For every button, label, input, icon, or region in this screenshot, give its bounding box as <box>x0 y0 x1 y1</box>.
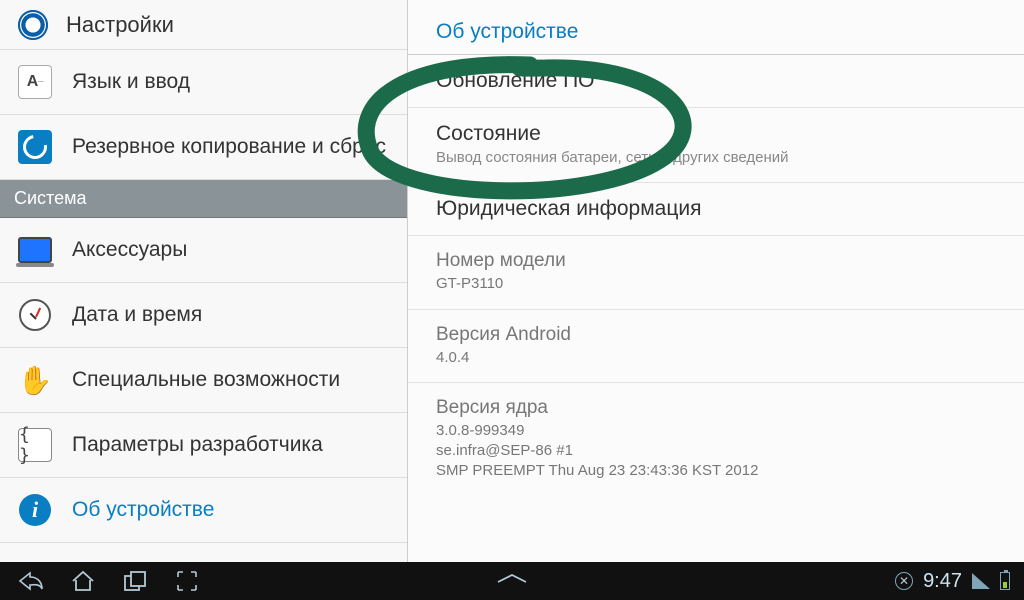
back-button[interactable] <box>18 568 44 594</box>
battery-icon <box>1000 572 1010 590</box>
gear-icon <box>18 10 48 40</box>
sync-disabled-icon: ✕ <box>895 572 913 590</box>
settings-sidebar: Настройки A_ Язык и ввод Резервное копир… <box>0 0 408 562</box>
row-android-version[interactable]: Версия Android 4.0.4 <box>408 310 1024 383</box>
screen: Настройки A_ Язык и ввод Резервное копир… <box>0 0 1024 600</box>
navbar-expand-button[interactable] <box>492 572 532 591</box>
sidebar-item-language-input[interactable]: A_ Язык и ввод <box>0 50 407 115</box>
sidebar-item-label: Параметры разработчика <box>72 433 323 457</box>
system-navbar: ✕ 9:47 <box>0 562 1024 600</box>
braces-icon: { } <box>18 428 52 462</box>
sidebar-item-date-time[interactable]: Дата и время <box>0 283 407 348</box>
info-icon: i <box>18 493 52 527</box>
row-software-update[interactable]: Обновление ПО <box>408 55 1024 108</box>
sidebar-item-label: Аксессуары <box>72 238 187 262</box>
row-value: GT-P3110 <box>436 274 996 294</box>
wifi-icon <box>972 573 990 589</box>
sidebar-section-system: Система <box>0 180 407 218</box>
sidebar-item-label: Резервное копирование и сброс <box>72 135 386 159</box>
detail-inner: Об устройстве Обновление ПО Состояние Вы… <box>408 0 1024 496</box>
row-title: Обновление ПО <box>436 69 996 93</box>
sidebar-item-backup-reset[interactable]: Резервное копирование и сброс <box>0 115 407 180</box>
sidebar-item-developer-options[interactable]: { } Параметры разработчика <box>0 413 407 478</box>
row-status[interactable]: Состояние Вывод состояния батареи, сети … <box>408 108 1024 183</box>
hand-icon: ✋ <box>18 363 52 397</box>
restore-icon <box>18 130 52 164</box>
row-title: Версия Android <box>436 324 996 346</box>
settings-header: Настройки <box>0 0 407 50</box>
row-title: Юридическая информация <box>436 197 996 221</box>
clock-icon <box>18 298 52 332</box>
screenshot-button[interactable] <box>174 568 200 594</box>
row-value: 4.0.4 <box>436 348 996 368</box>
row-value: 3.0.8-999349 se.infra@SEP-86 #1 SMP PREE… <box>436 421 996 482</box>
detail-header: Об устройстве <box>408 0 1024 55</box>
content-area: Настройки A_ Язык и ввод Резервное копир… <box>0 0 1024 562</box>
clock-text: 9:47 <box>923 570 962 593</box>
detail-header-label: Об устройстве <box>436 20 578 43</box>
row-title: Состояние <box>436 122 996 146</box>
row-kernel-version[interactable]: Версия ядра 3.0.8-999349 se.infra@SEP-86… <box>408 383 1024 496</box>
row-title: Версия ядра <box>436 397 996 419</box>
row-model-number[interactable]: Номер модели GT-P3110 <box>408 236 1024 309</box>
section-label: Система <box>14 188 87 209</box>
row-title: Номер модели <box>436 250 996 272</box>
sidebar-item-label: Об устройстве <box>72 498 214 522</box>
row-legal-info[interactable]: Юридическая информация <box>408 183 1024 236</box>
screen-icon <box>18 233 52 267</box>
settings-title: Настройки <box>66 12 174 38</box>
sidebar-item-accessibility[interactable]: ✋ Специальные возможности <box>0 348 407 413</box>
row-subtitle: Вывод состояния батареи, сети и других с… <box>436 148 996 168</box>
home-button[interactable] <box>70 568 96 594</box>
sidebar-item-label: Дата и время <box>72 303 202 327</box>
sidebar-item-label: Специальные возможности <box>72 368 340 392</box>
detail-pane: Об устройстве Обновление ПО Состояние Вы… <box>408 0 1024 562</box>
navbar-left <box>0 568 200 594</box>
sidebar-item-about-device[interactable]: i Об устройстве <box>0 478 407 543</box>
recent-apps-button[interactable] <box>122 568 148 594</box>
language-icon: A_ <box>18 65 52 99</box>
sidebar-item-accessories[interactable]: Аксессуары <box>0 218 407 283</box>
navbar-status-area[interactable]: ✕ 9:47 <box>895 570 1024 593</box>
sidebar-item-label: Язык и ввод <box>72 70 190 94</box>
